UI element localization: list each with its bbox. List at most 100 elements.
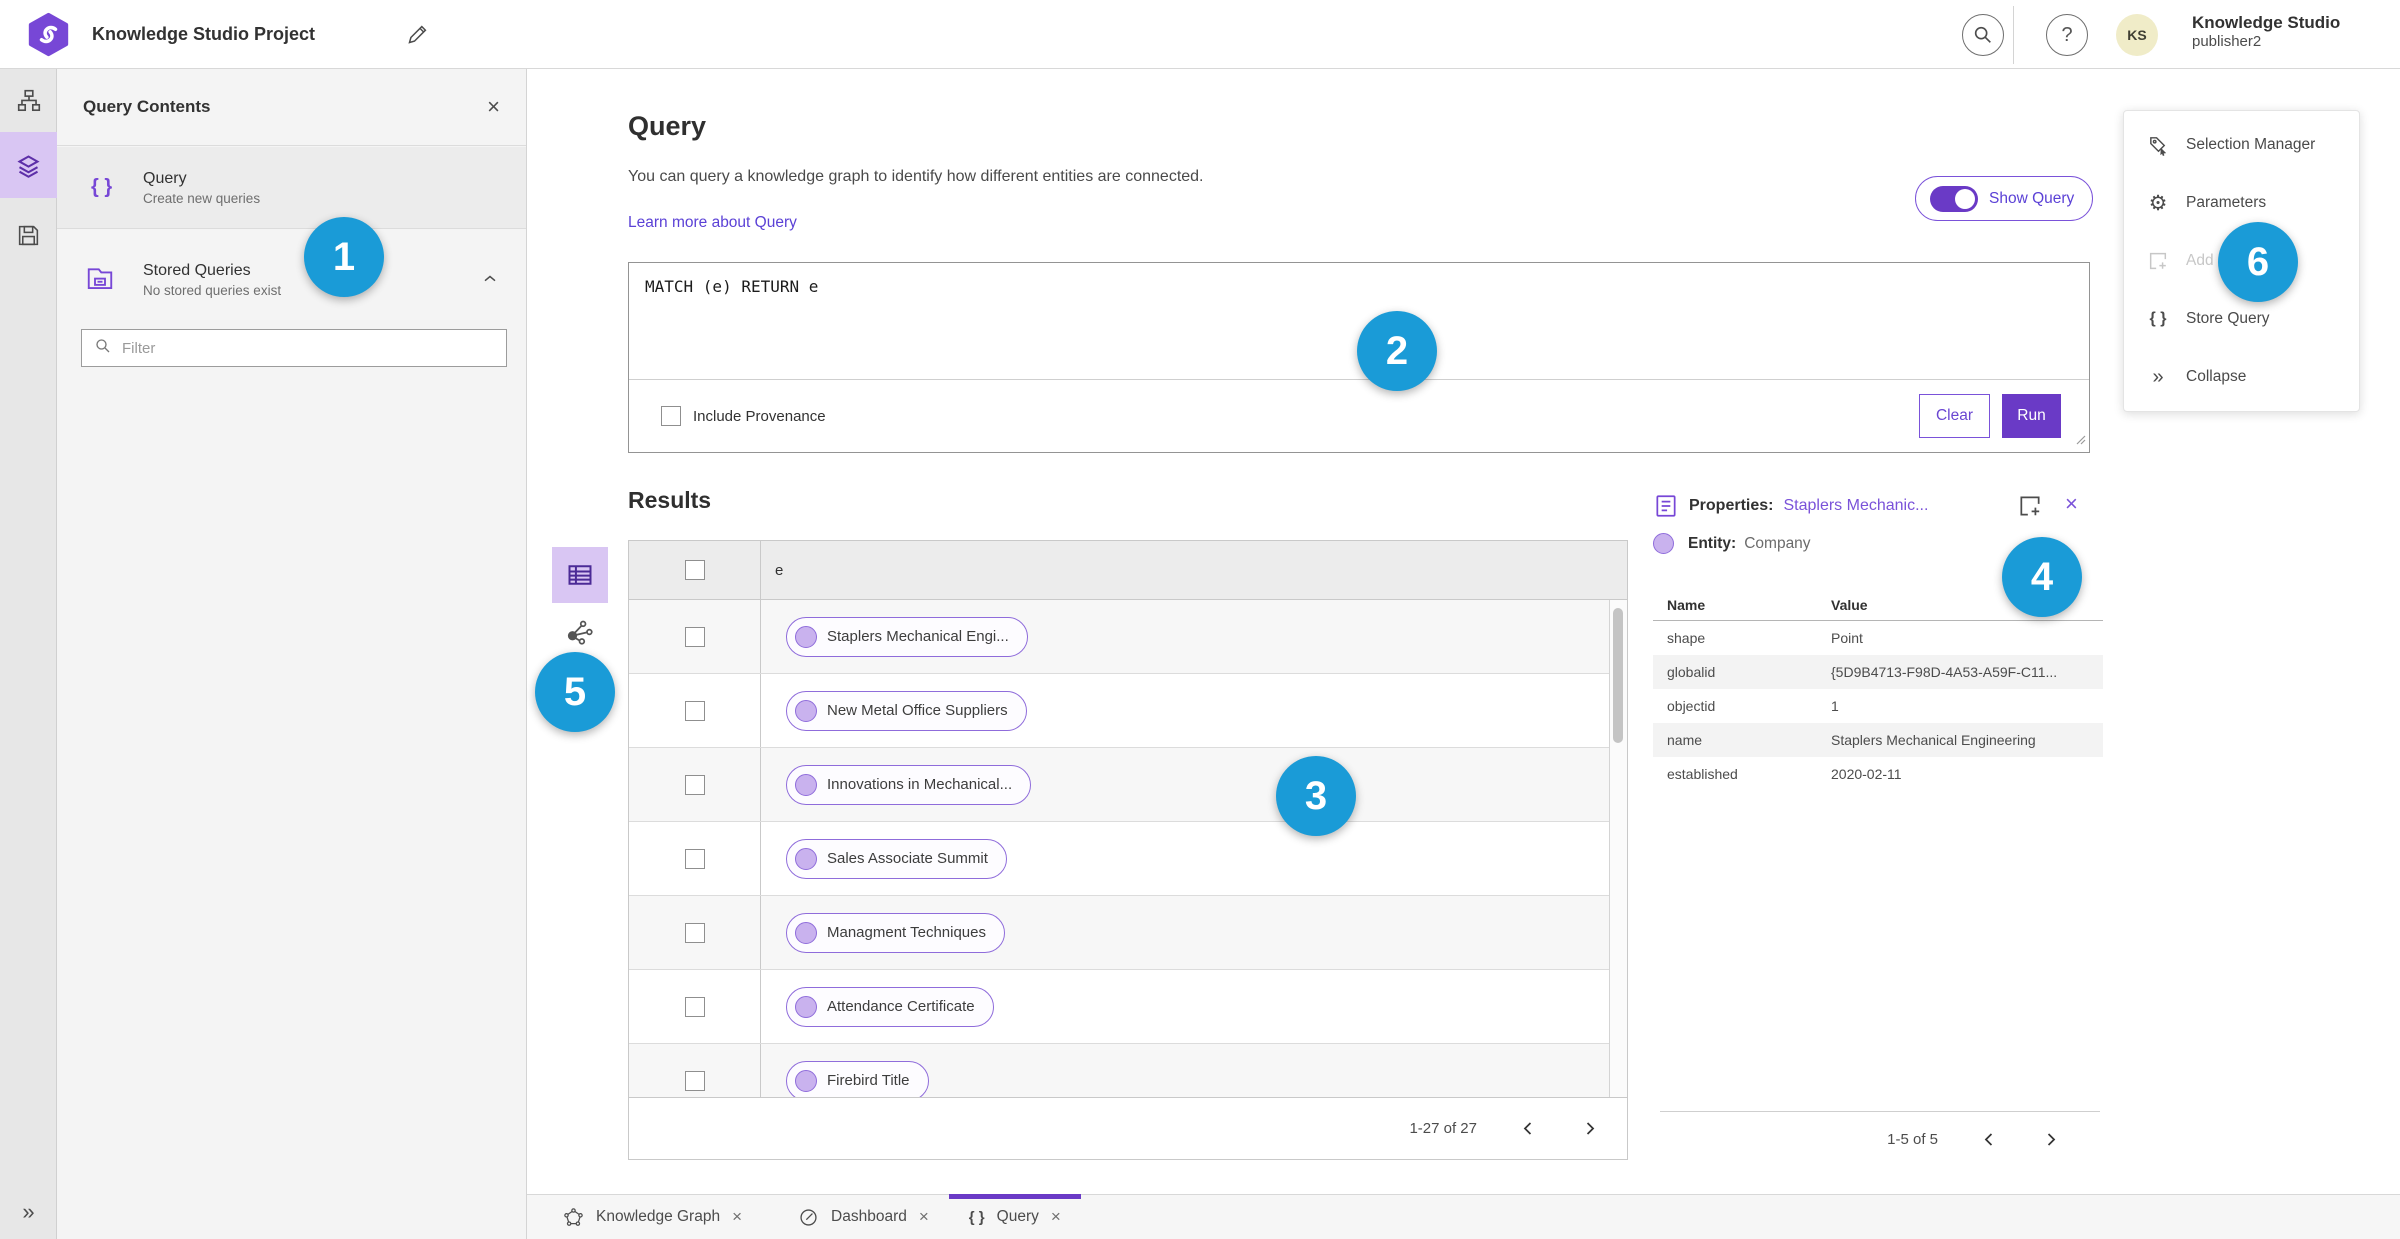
entity-pill[interactable]: New Metal Office Suppliers (786, 690, 1027, 731)
link-chart-view-button[interactable] (565, 617, 597, 649)
stored-queries-section[interactable]: Stored Queries No stored queries exist (57, 241, 526, 319)
entity-dot-icon (795, 847, 817, 870)
learn-more-link[interactable]: Learn more about Query (628, 214, 797, 232)
col-name: Name (1667, 596, 1706, 613)
callout-badge-2: 2 (1357, 311, 1437, 391)
tab-query[interactable]: { } Query × (948, 1194, 1081, 1239)
results-pagination-text: 1-27 of 27 (1409, 1120, 1477, 1137)
close-icon[interactable]: × (732, 1207, 742, 1227)
results-rows: Staplers Mechanical Engi... New Metal Of… (629, 600, 1627, 1097)
show-query-toggle[interactable]: Show Query (1915, 176, 2093, 221)
filter-field (81, 329, 507, 367)
row-checkbox[interactable] (684, 922, 705, 943)
row-checkbox[interactable] (684, 1070, 705, 1091)
row-checkbox[interactable] (684, 700, 705, 721)
prev-page-button[interactable] (1980, 1130, 1999, 1149)
chevron-right-icon (1586, 1122, 1595, 1135)
close-icon[interactable]: × (919, 1207, 929, 1227)
main-content: Query You can query a knowledge graph to… (527, 69, 2400, 1194)
property-row: objectid 1 (1667, 698, 1839, 714)
hierarchy-view-button[interactable] (0, 75, 57, 127)
table-row[interactable]: Staplers Mechanical Engi... (629, 600, 1627, 674)
dashboard-icon (798, 1207, 819, 1228)
chevron-up-icon[interactable] (480, 269, 500, 294)
properties-pagination: 1-5 of 5 (1653, 1119, 2100, 1159)
results-scrollbar[interactable] (1609, 600, 1627, 1097)
row-checkbox[interactable] (684, 774, 705, 795)
expand-rail-button[interactable]: » (0, 1199, 57, 1225)
include-provenance-checkbox[interactable] (661, 406, 681, 426)
editor-footer: Include Provenance Clear Run (629, 380, 2089, 452)
entity-pill[interactable]: Innovations in Mechanical... (786, 764, 1032, 805)
filter-input[interactable] (122, 339, 494, 357)
table-row[interactable]: Firebird Title (629, 1044, 1627, 1097)
next-page-button[interactable] (1580, 1119, 1599, 1138)
close-icon[interactable]: × (487, 94, 500, 120)
entity-type: Company (1744, 534, 1811, 552)
query-item-title: Query (143, 169, 187, 187)
prev-page-button[interactable] (1519, 1119, 1538, 1138)
properties-divider (1660, 1111, 2100, 1112)
table-row[interactable]: Sales Associate Summit (629, 822, 1627, 896)
properties-label: Properties: (1689, 497, 1774, 514)
entity-pill[interactable]: Sales Associate Summit (786, 838, 1007, 879)
entity-pill[interactable]: Staplers Mechanical Engi... (786, 616, 1028, 657)
properties-entity-link[interactable]: Staplers Mechanic... (1783, 497, 1928, 515)
query-contents-panel: Query Contents × { } Query Create new qu… (57, 69, 527, 1239)
properties-header: Properties: Staplers Mechanic... × (1653, 489, 2103, 523)
braces-icon: { } (91, 176, 113, 198)
search-button[interactable] (1962, 14, 2004, 56)
entity-pill[interactable]: Managment Techniques (786, 912, 1005, 953)
property-row: established 2020-02-11 (1667, 766, 1902, 782)
table-view-button[interactable] (552, 547, 608, 603)
clear-button[interactable]: Clear (1919, 394, 1990, 438)
entity-dot-icon (795, 921, 817, 944)
next-page-button[interactable] (2041, 1130, 2060, 1149)
search-icon (1974, 26, 1991, 43)
add-to-selection-icon[interactable] (2017, 493, 2043, 519)
select-all-checkbox[interactable] (684, 560, 705, 580)
tab-dashboard[interactable]: Dashboard × (778, 1195, 949, 1239)
close-icon[interactable]: × (2065, 491, 2078, 517)
row-checkbox[interactable] (684, 626, 705, 647)
collapse-item[interactable]: » Collapse (2124, 348, 2359, 406)
edit-title-icon[interactable] (405, 23, 429, 47)
help-button[interactable]: ? (2046, 14, 2088, 56)
row-checkbox[interactable] (684, 848, 705, 869)
entity-pill[interactable]: Firebird Title (786, 1060, 929, 1097)
entity-pill[interactable]: Attendance Certificate (786, 986, 994, 1027)
hierarchy-icon (17, 89, 40, 112)
entity-dot-icon (795, 773, 817, 796)
table-row[interactable]: Innovations in Mechanical... (629, 748, 1627, 822)
row-checkbox[interactable] (684, 996, 705, 1017)
sidebar-item-query[interactable]: { } Query Create new queries (57, 147, 526, 229)
topbar-divider (2013, 6, 2014, 64)
entity-label: Entity: (1688, 534, 1737, 552)
stored-queries-subtitle: No stored queries exist (143, 283, 282, 298)
layers-view-button[interactable] (0, 132, 57, 198)
app-logo-icon[interactable] (26, 12, 71, 57)
table-row[interactable]: Managment Techniques (629, 896, 1627, 970)
selection-manager-item[interactable]: Selection Manager (2124, 116, 2359, 174)
chevron-right-icon (2047, 1132, 2056, 1146)
parameters-item[interactable]: ⚙ Parameters (2124, 174, 2359, 232)
query-description: You can query a knowledge graph to ident… (628, 168, 1204, 185)
panel-header: Query Contents × (57, 69, 526, 146)
user-name: Knowledge Studio (2192, 13, 2341, 32)
callout-badge-1: 1 (304, 217, 384, 297)
column-header-e: e (775, 561, 784, 579)
avatar[interactable]: KS (2116, 14, 2158, 56)
run-button[interactable]: Run (2002, 394, 2061, 438)
selection-manager-icon (2146, 134, 2170, 157)
tab-knowledge-graph[interactable]: Knowledge Graph × (543, 1195, 762, 1239)
toggle-switch[interactable] (1930, 185, 1978, 212)
scrollbar-thumb[interactable] (1613, 608, 1623, 743)
save-button[interactable] (0, 209, 57, 261)
page-title: Query (628, 111, 707, 141)
save-icon (18, 225, 39, 245)
table-row[interactable]: Attendance Certificate (629, 970, 1627, 1044)
table-row[interactable]: New Metal Office Suppliers (629, 674, 1627, 748)
entity-dot-icon (795, 625, 817, 648)
close-icon[interactable]: × (1051, 1207, 1061, 1227)
resize-handle-icon[interactable] (2074, 432, 2086, 450)
